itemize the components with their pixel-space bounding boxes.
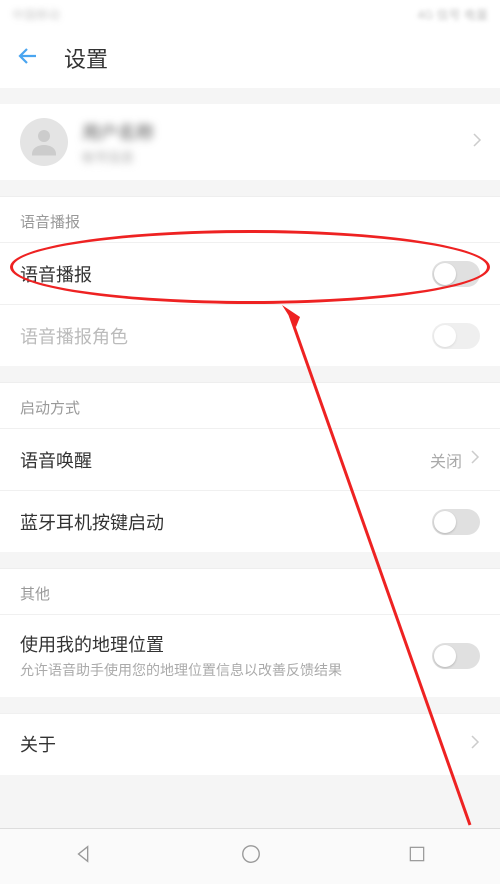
nav-home-icon[interactable] — [240, 843, 262, 870]
profile-row[interactable]: 用户名称 帐号信息 — [0, 104, 500, 180]
location-label: 使用我的地理位置 — [20, 631, 342, 657]
section-startup-header: 启动方式 — [0, 382, 500, 428]
app-header: 设置 — [0, 28, 500, 88]
voice-wake-row[interactable]: 语音唤醒 关闭 — [0, 428, 500, 490]
nav-recent-icon[interactable] — [407, 844, 427, 869]
page-title: 设置 — [64, 42, 108, 74]
profile-sub: 帐号信息 — [82, 147, 154, 166]
voice-role-label: 语音播报角色 — [20, 323, 128, 349]
bluetooth-toggle[interactable] — [432, 509, 480, 535]
status-carrier: 中国移动 — [12, 6, 60, 23]
location-sub: 允许语音助手使用您的地理位置信息以改善反馈结果 — [20, 661, 342, 681]
voice-broadcast-label: 语音播报 — [20, 261, 92, 287]
location-row[interactable]: 使用我的地理位置 允许语音助手使用您的地理位置信息以改善反馈结果 — [0, 614, 500, 697]
chevron-right-icon — [470, 734, 480, 755]
location-toggle[interactable] — [432, 643, 480, 669]
nav-bar — [0, 828, 500, 884]
section-other-header: 其他 — [0, 568, 500, 614]
chevron-right-icon — [470, 449, 480, 470]
avatar — [20, 118, 68, 166]
profile-text: 用户名称 帐号信息 — [82, 119, 154, 166]
bluetooth-row[interactable]: 蓝牙耳机按键启动 — [0, 490, 500, 552]
voice-wake-value: 关闭 — [430, 448, 462, 472]
about-row[interactable]: 关于 — [0, 713, 500, 775]
voice-broadcast-row[interactable]: 语音播报 — [0, 242, 500, 304]
voice-role-row: 语音播报角色 — [0, 304, 500, 366]
nav-back-icon[interactable] — [73, 843, 95, 870]
about-label: 关于 — [20, 731, 56, 757]
bluetooth-label: 蓝牙耳机按键启动 — [20, 509, 164, 535]
voice-wake-label: 语音唤醒 — [20, 447, 92, 473]
chevron-right-icon — [472, 132, 482, 153]
back-icon[interactable] — [16, 44, 40, 73]
status-bar: 中国移动 4G 信号 电量 — [0, 0, 500, 28]
section-voice-header: 语音播报 — [0, 196, 500, 242]
profile-name: 用户名称 — [82, 119, 154, 145]
status-indicators: 4G 信号 电量 — [417, 6, 488, 23]
voice-broadcast-toggle[interactable] — [432, 261, 480, 287]
voice-role-toggle — [432, 323, 480, 349]
